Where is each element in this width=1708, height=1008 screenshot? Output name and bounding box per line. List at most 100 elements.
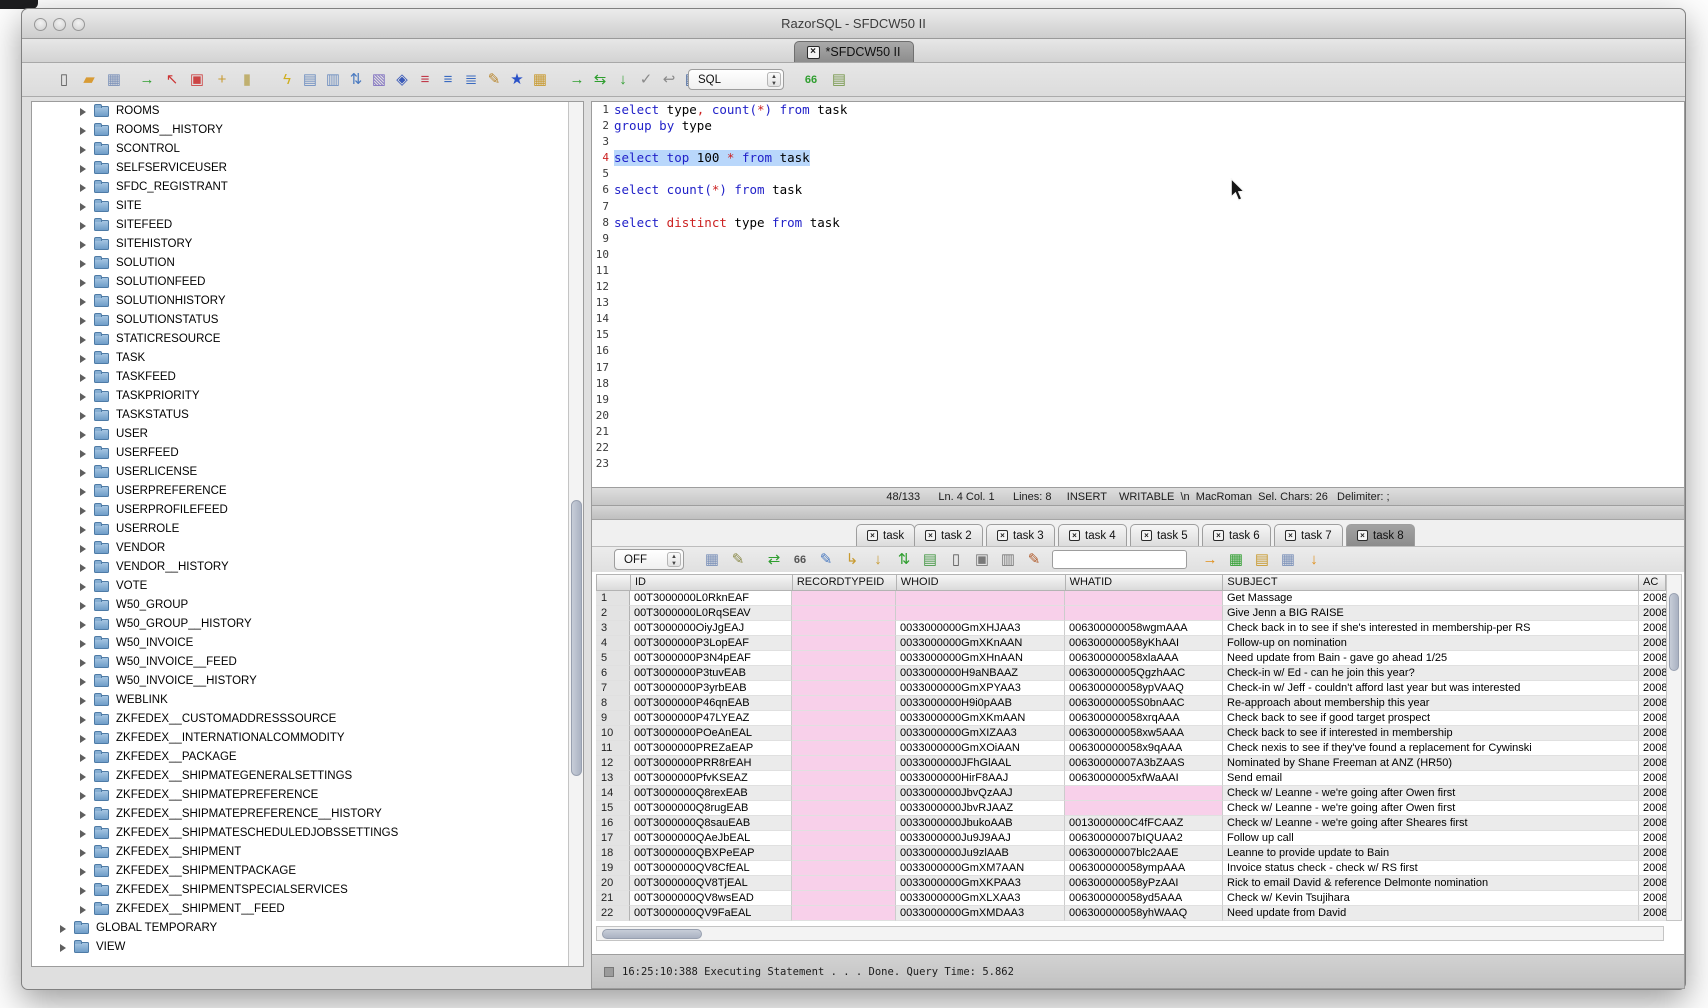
cell-id[interactable]: 00T3000000Q8rexEAB [630, 786, 792, 801]
cell-activitydate[interactable]: 2008 [1639, 621, 1666, 636]
code-line-13[interactable]: 13 [592, 295, 1684, 311]
tree-item-userpreference[interactable]: USERPREFERENCE [32, 482, 583, 501]
cell-whatid[interactable]: 006300000058yPzAAI [1065, 876, 1223, 891]
tree-item-userprofilefeed[interactable]: USERPROFILEFEED [32, 501, 583, 520]
related-data-icon[interactable]: ↳ [842, 550, 862, 570]
code-line-21[interactable]: 21 [592, 424, 1684, 440]
cell-subject[interactable]: Invoice status check - check w/ RS first [1223, 861, 1639, 876]
column-header-WHATID[interactable]: WHATID [1065, 575, 1223, 590]
insert-column-icon[interactable]: ↓ [868, 550, 888, 570]
disclosure-triangle-icon[interactable] [80, 545, 86, 553]
cell-id[interactable]: 00T3000000QV8CfEAL [630, 861, 792, 876]
cell-activitydate[interactable]: 2008 [1639, 741, 1666, 756]
table-row[interactable]: 500T3000000P3N4pEAF0033000000GmXHnAAN006… [596, 651, 1666, 666]
explain-plan-icon[interactable]: 66 [801, 70, 821, 90]
cell-subject[interactable]: Check back to see if good target prospec… [1223, 711, 1639, 726]
cell-whatid[interactable]: 006300000058xw5AAA [1065, 726, 1223, 741]
tree-vertical-scrollbar[interactable] [568, 102, 583, 966]
commit-icon[interactable]: ✓ [636, 70, 656, 90]
cell-whoid[interactable]: 0033000000JFhGlAAL [896, 756, 1065, 771]
tree-item-zkfedex__package[interactable]: ZKFEDEX__PACKAGE [32, 748, 583, 767]
cell-whatid[interactable]: 00630000005S0bnAAC [1065, 696, 1223, 711]
results-window-icon[interactable]: ▤ [829, 70, 849, 90]
cell-recordtypeid[interactable] [792, 636, 896, 651]
cell-id[interactable]: 00T3000000Q8sauEAB [630, 816, 792, 831]
cell-whatid[interactable]: 00630000005xfWaAAI [1065, 771, 1223, 786]
checklist-icon[interactable]: ▤ [920, 550, 940, 570]
cell-whatid[interactable]: 006300000058yd5AAA [1065, 891, 1223, 906]
code-line-16[interactable]: 16 [592, 343, 1684, 359]
cell-activitydate[interactable]: 2008 [1639, 801, 1666, 816]
describe-table-icon[interactable]: ▥ [323, 70, 343, 90]
limit-stepper-icon[interactable]: ▲▼ [667, 552, 681, 567]
cell-id[interactable]: 00T3000000P46qnEAB [630, 696, 792, 711]
column-header-RECORDTYPEID[interactable]: RECORDTYPEID [792, 575, 896, 590]
cell-recordtypeid[interactable] [792, 891, 896, 906]
cell-activitydate[interactable]: 2008 [1639, 786, 1666, 801]
disclosure-triangle-icon[interactable] [80, 412, 86, 420]
cell-subject[interactable]: Follow up call [1223, 831, 1639, 846]
disclosure-triangle-icon[interactable] [80, 165, 86, 173]
tree-item-site[interactable]: SITE [32, 197, 583, 216]
disclosure-triangle-icon[interactable] [80, 906, 86, 914]
open-folder-icon[interactable]: ▰ [79, 70, 99, 90]
cell-recordtypeid[interactable] [792, 756, 896, 771]
export-grid-icon[interactable]: ▦ [1226, 550, 1246, 570]
database-icon[interactable]: ▮ [237, 70, 257, 90]
column-header-rownum[interactable] [596, 575, 630, 590]
table-row[interactable]: 100T3000000L0RknEAFGet Massage2008 [596, 591, 1666, 606]
cell-activitydate[interactable]: 2008 [1639, 891, 1666, 906]
cell-activitydate[interactable]: 2008 [1639, 591, 1666, 606]
cell-id[interactable]: 00T3000000P47LYEAZ [630, 711, 792, 726]
cell-whoid[interactable]: 0033000000GmXOiAAN [896, 741, 1065, 756]
sql-editor[interactable]: 1select type, count(*) from task2group b… [592, 102, 1684, 486]
tree-item-solutionhistory[interactable]: SOLUTIONHISTORY [32, 292, 583, 311]
code-line-4[interactable]: 4select top 100 * from task [592, 150, 1684, 166]
tree-item-w50_group__history[interactable]: W50_GROUP__HISTORY [32, 615, 583, 634]
cell-subject[interactable]: Check back in to see if she's interested… [1223, 621, 1639, 636]
save-results-icon[interactable]: ▦ [702, 550, 722, 570]
cell-recordtypeid[interactable] [792, 906, 896, 921]
code-line-1[interactable]: 1select type, count(*) from task [592, 102, 1684, 118]
tree-item-zkfedex__shipmentspecialservices[interactable]: ZKFEDEX__SHIPMENTSPECIALSERVICES [32, 881, 583, 900]
copy-rows-icon[interactable]: ▣ [972, 550, 992, 570]
disclosure-triangle-icon[interactable] [80, 374, 86, 382]
results-search-input[interactable] [1052, 550, 1187, 569]
disclosure-triangle-icon[interactable] [80, 336, 86, 344]
table-row[interactable]: 2200T3000000QV9FaEAL0033000000GmXMDAA300… [596, 906, 1666, 921]
cell-whoid[interactable]: 0033000000GmXKmAAN [896, 711, 1065, 726]
cell-subject[interactable]: Rick to email David & reference Delmonte… [1223, 876, 1639, 891]
tree-item-w50_group[interactable]: W50_GROUP [32, 596, 583, 615]
code-line-3[interactable]: 3 [592, 134, 1684, 150]
table-row[interactable]: 700T3000000P3yrbEAB0033000000GmXPYAA3006… [596, 681, 1666, 696]
tree-item-vendor__history[interactable]: VENDOR__HISTORY [32, 558, 583, 577]
tree-item-taskstatus[interactable]: TASKSTATUS [32, 406, 583, 425]
cell-whatid[interactable] [1065, 801, 1223, 816]
table-row[interactable]: 1700T3000000QAeJbEAL0033000000Ju9J9AAJ00… [596, 831, 1666, 846]
cell-subject[interactable]: Check w/ Leanne - we're going after Owen… [1223, 801, 1639, 816]
cell-whoid[interactable]: 0033000000GmXPYAA3 [896, 681, 1065, 696]
table-row[interactable]: 400T3000000P3LopEAF0033000000GmXKnAAN006… [596, 636, 1666, 651]
cell-id[interactable]: 00T3000000Q8rugEAB [630, 801, 792, 816]
code-line-8[interactable]: 8select distinct type from task [592, 215, 1684, 231]
cell-recordtypeid[interactable] [792, 876, 896, 891]
tree-item-zkfedex__shipmatepreference[interactable]: ZKFEDEX__SHIPMATEPREFERENCE [32, 786, 583, 805]
cell-whoid[interactable] [896, 591, 1065, 606]
tree-item-task[interactable]: TASK [32, 349, 583, 368]
cell-recordtypeid[interactable] [792, 801, 896, 816]
code-line-7[interactable]: 7 [592, 199, 1684, 215]
download-icon[interactable]: ↓ [1304, 550, 1324, 570]
cell-whatid[interactable]: 00630000007A3bZAAS [1065, 756, 1223, 771]
rollback-icon[interactable]: ↩ [659, 70, 679, 90]
result-tab-task-4[interactable]: ×task 4 [1058, 524, 1127, 546]
tab-close-icon[interactable]: × [867, 530, 878, 541]
cell-recordtypeid[interactable] [792, 666, 896, 681]
run-arrow-icon[interactable]: → [567, 70, 587, 90]
cell-whoid[interactable]: 0033000000GmXHnAAN [896, 651, 1065, 666]
view-record-icon[interactable]: 66 [790, 550, 810, 570]
disclosure-triangle-icon[interactable] [80, 146, 86, 154]
cell-activitydate[interactable]: 2008 [1639, 696, 1666, 711]
disclosure-triangle-icon[interactable] [80, 298, 86, 306]
code-line-20[interactable]: 20 [592, 408, 1684, 424]
result-tab-task-8[interactable]: ×task 8 [1346, 524, 1415, 546]
